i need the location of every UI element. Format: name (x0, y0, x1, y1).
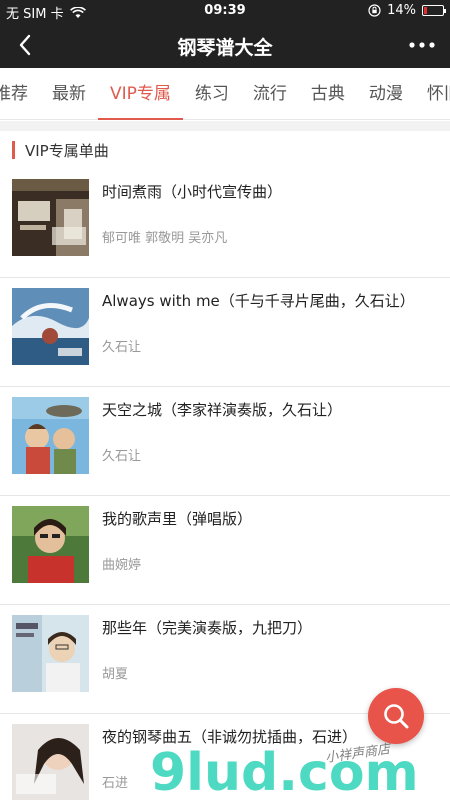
status-bar: 无 SIM 卡 09:39 14% (0, 0, 450, 22)
section-accent-bar (12, 141, 15, 159)
more-dots-icon (409, 42, 435, 48)
song-item[interactable]: 我的歌声里（弹唱版） 曲婉婷 (0, 496, 450, 605)
battery-percent: 14% (387, 3, 416, 18)
song-item[interactable]: Always with me（千与千寻片尾曲，久石让） 久石让 (0, 278, 450, 387)
page-title: 钢琴谱大全 (177, 37, 273, 59)
song-artist: 石进 (102, 776, 129, 791)
top-nav-bar: 钢琴谱大全 (0, 22, 450, 68)
rotation-lock-icon (368, 4, 381, 17)
song-artist: 胡夏 (102, 667, 129, 682)
song-artist: 久石让 (102, 449, 142, 464)
category-tabs: 推荐 最新 VIP专属 练习 流行 古典 动漫 怀旧 (0, 68, 450, 120)
song-artist: 曲婉婷 (102, 558, 142, 573)
song-cover (12, 615, 89, 692)
section-divider (0, 121, 450, 131)
tab-vip[interactable]: VIP专属 (98, 68, 183, 120)
song-name: 夜的钢琴曲五（非诚勿扰插曲，石进） (102, 728, 358, 746)
tab-practice[interactable]: 练习 (183, 68, 241, 120)
battery-icon (422, 5, 446, 16)
song-cover (12, 397, 89, 474)
tab-recommend[interactable]: 推荐 (0, 68, 40, 120)
song-item[interactable]: 时间煮雨（小时代宣传曲） 郁可唯 郭敬明 吴亦凡 (0, 169, 450, 278)
song-name: 时间煮雨（小时代宣传曲） (102, 183, 283, 201)
floating-search-button[interactable] (368, 688, 424, 744)
status-right: 14% (368, 3, 446, 18)
tab-nostalgia[interactable]: 怀旧 (415, 68, 450, 120)
section-title: VIP专属单曲 (25, 141, 109, 160)
search-icon (384, 704, 409, 729)
song-name: Always with me（千与千寻片尾曲，久石让） (102, 292, 415, 310)
tab-latest[interactable]: 最新 (40, 68, 98, 120)
song-cover (12, 288, 89, 365)
song-artist: 久石让 (102, 340, 142, 355)
tab-anime[interactable]: 动漫 (357, 68, 415, 120)
song-name: 我的歌声里（弹唱版） (102, 510, 253, 528)
song-cover (12, 506, 89, 583)
song-cover (12, 724, 89, 800)
tab-pop[interactable]: 流行 (241, 68, 299, 120)
tab-classical[interactable]: 古典 (299, 68, 357, 120)
section-header: VIP专属单曲 (0, 131, 450, 169)
song-name: 那些年（完美演奏版，九把刀） (102, 619, 313, 637)
song-artist: 郁可唯 郭敬明 吴亦凡 (102, 231, 228, 246)
song-item[interactable]: 天空之城（李家祥演奏版，久石让） 久石让 (0, 387, 450, 496)
more-button[interactable] (404, 30, 440, 60)
song-name: 天空之城（李家祥演奏版，久石让） (102, 401, 343, 419)
song-cover (12, 179, 89, 256)
